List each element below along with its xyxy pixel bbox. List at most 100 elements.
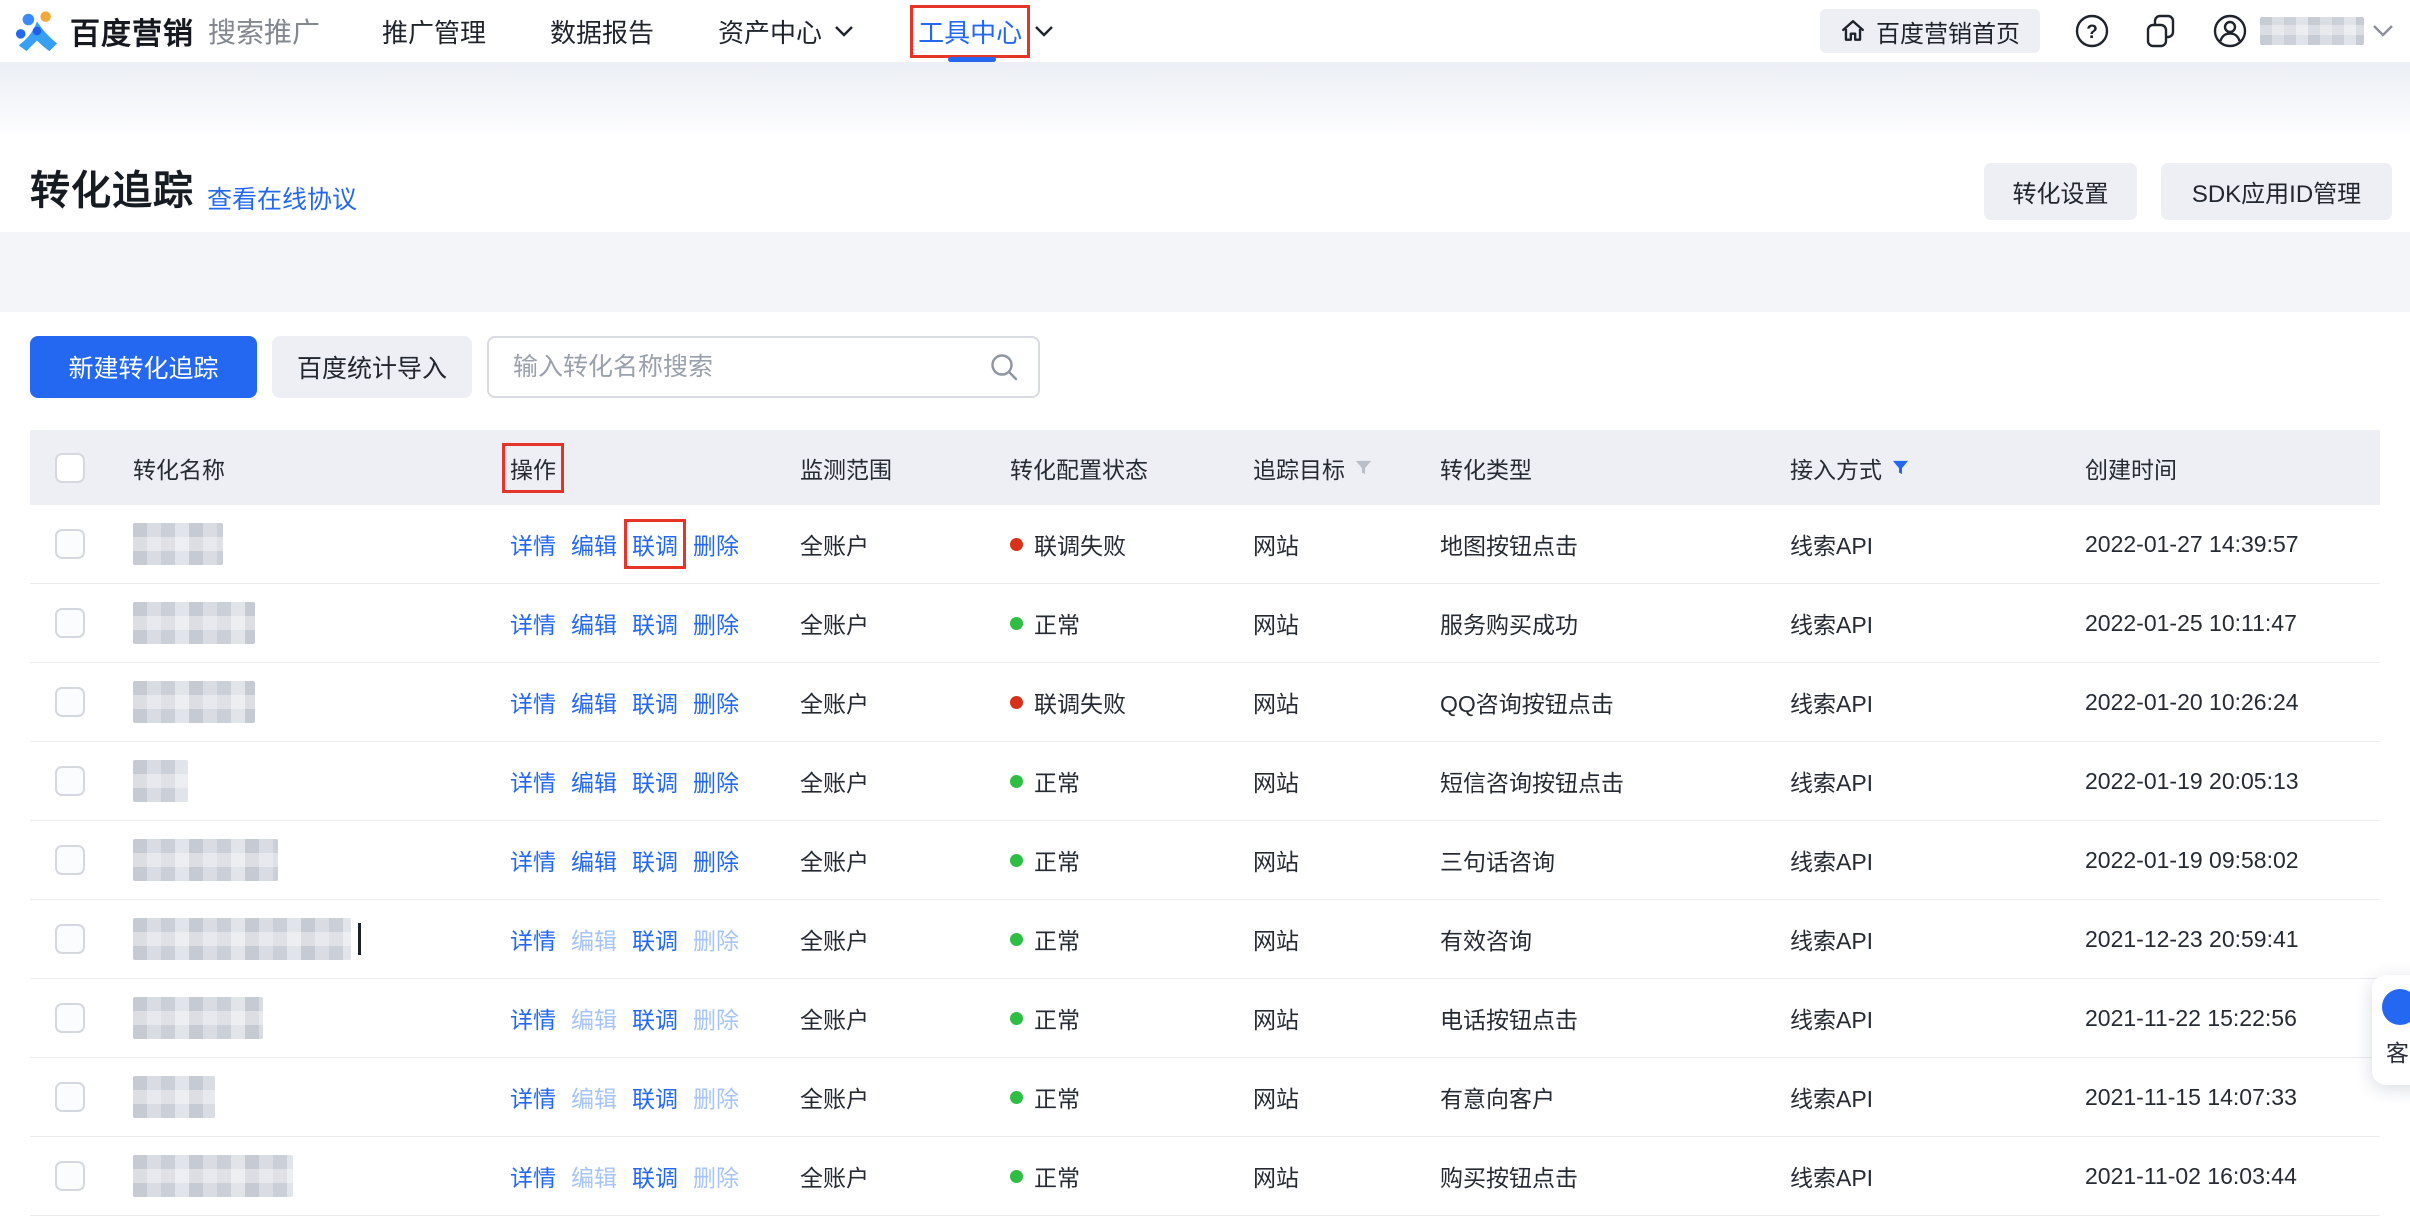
- nav-item-2[interactable]: 资产中心: [718, 0, 854, 62]
- actions-cell: 详情编辑联调删除: [510, 606, 800, 640]
- joint-debug-link[interactable]: 联调: [632, 606, 678, 640]
- row-checkbox[interactable]: [55, 845, 85, 875]
- account-menu-chevron-icon[interactable]: [2372, 24, 2394, 38]
- row-checkbox-cell: [30, 608, 133, 638]
- edit-link[interactable]: 编辑: [571, 922, 617, 956]
- row-checkbox-cell: [30, 766, 133, 796]
- conversion-name-redacted: [133, 681, 255, 723]
- row-checkbox[interactable]: [55, 1003, 85, 1033]
- delete-link[interactable]: 删除: [693, 843, 739, 877]
- joint-debug-link[interactable]: 联调: [632, 764, 678, 798]
- row-checkbox[interactable]: [55, 529, 85, 559]
- column-header-label: 转化类型: [1440, 451, 1532, 485]
- user-avatar-icon[interactable]: [2212, 13, 2248, 49]
- edit-link[interactable]: 编辑: [571, 606, 617, 640]
- text-cursor: [358, 923, 361, 955]
- row-checkbox[interactable]: [55, 687, 85, 717]
- detail-link[interactable]: 详情: [510, 1001, 556, 1035]
- delete-link[interactable]: 删除: [693, 764, 739, 798]
- delete-link[interactable]: 删除: [693, 606, 739, 640]
- filter-icon[interactable]: [1891, 458, 1910, 477]
- status-label: 正常: [1034, 843, 1080, 877]
- edit-link[interactable]: 编辑: [571, 764, 617, 798]
- access-cell: 线索API: [1790, 1080, 2085, 1114]
- new-conversion-button[interactable]: 新建转化追踪: [30, 336, 257, 398]
- actions-cell: 详情编辑联调删除: [510, 1001, 800, 1035]
- search-box[interactable]: [487, 336, 1040, 398]
- status-label: 正常: [1034, 1001, 1080, 1035]
- column-header-3: 转化配置状态: [1010, 451, 1253, 485]
- help-icon[interactable]: ?: [2074, 13, 2110, 49]
- joint-debug-link[interactable]: 联调: [632, 1080, 678, 1114]
- brand-name: 百度营销: [70, 9, 194, 53]
- created-cell: 2021-11-22 15:22:56: [2085, 1005, 2380, 1032]
- search-icon[interactable]: [988, 351, 1020, 383]
- delete-link[interactable]: 删除: [693, 1001, 739, 1035]
- status-dot-icon: [1010, 775, 1023, 788]
- detail-link[interactable]: 详情: [510, 606, 556, 640]
- nav-right: 百度营销首页 ?: [1820, 9, 2394, 53]
- edit-link[interactable]: 编辑: [571, 685, 617, 719]
- access-cell: 线索API: [1790, 606, 2085, 640]
- delete-link[interactable]: 删除: [693, 922, 739, 956]
- conversion-settings-button[interactable]: 转化设置: [1984, 163, 2137, 220]
- joint-debug-link[interactable]: 联调: [632, 922, 678, 956]
- row-checkbox[interactable]: [55, 608, 85, 638]
- detail-link[interactable]: 详情: [510, 527, 556, 561]
- delete-link[interactable]: 删除: [693, 527, 739, 561]
- row-checkbox[interactable]: [55, 1161, 85, 1191]
- detail-link[interactable]: 详情: [510, 843, 556, 877]
- detail-link[interactable]: 详情: [510, 764, 556, 798]
- name-cell: [133, 1076, 510, 1118]
- edit-link[interactable]: 编辑: [571, 1159, 617, 1193]
- select-all-checkbox[interactable]: [55, 453, 85, 483]
- nav-item-1[interactable]: 数据报告: [550, 0, 654, 62]
- detail-link[interactable]: 详情: [510, 1159, 556, 1193]
- filter-icon[interactable]: [1354, 458, 1373, 477]
- joint-debug-link[interactable]: 联调: [632, 1001, 678, 1035]
- joint-debug-link[interactable]: 联调: [632, 527, 678, 561]
- brand[interactable]: 百度营销 搜索推广: [14, 8, 320, 54]
- home-button[interactable]: 百度营销首页: [1820, 9, 2040, 53]
- created-cell: 2022-01-19 20:05:13: [2085, 768, 2380, 795]
- nav-item-3[interactable]: 工具中心: [918, 0, 1054, 62]
- edit-link[interactable]: 编辑: [571, 527, 617, 561]
- chevron-down-icon: [834, 25, 854, 38]
- status-label: 正常: [1034, 606, 1080, 640]
- column-header-1: 操作: [510, 451, 800, 485]
- row-checkbox-cell: [30, 529, 133, 559]
- name-cell: [133, 839, 510, 881]
- status-cell: 联调失败: [1010, 527, 1253, 561]
- row-checkbox[interactable]: [55, 1082, 85, 1112]
- detail-link[interactable]: 详情: [510, 685, 556, 719]
- sdk-app-id-button[interactable]: SDK应用ID管理: [2161, 163, 2392, 220]
- delete-link[interactable]: 删除: [693, 685, 739, 719]
- edit-link[interactable]: 编辑: [571, 1001, 617, 1035]
- row-checkbox[interactable]: [55, 924, 85, 954]
- search-input[interactable]: [487, 336, 1040, 398]
- detail-link[interactable]: 详情: [510, 922, 556, 956]
- edit-link[interactable]: 编辑: [571, 843, 617, 877]
- customer-service-widget[interactable]: 客: [2372, 975, 2410, 1085]
- created-cell: 2021-11-02 16:03:44: [2085, 1163, 2380, 1190]
- row-checkbox[interactable]: [55, 766, 85, 796]
- switch-account-icon[interactable]: [2144, 13, 2178, 49]
- delete-link[interactable]: 删除: [693, 1080, 739, 1114]
- detail-link[interactable]: 详情: [510, 1080, 556, 1114]
- joint-debug-link[interactable]: 联调: [632, 843, 678, 877]
- edit-link[interactable]: 编辑: [571, 1080, 617, 1114]
- table-row: 详情编辑联调删除全账户正常网站电话按钮点击线索API2021-11-22 15:…: [30, 979, 2380, 1058]
- target-cell: 网站: [1253, 764, 1440, 798]
- row-checkbox-cell: [30, 924, 133, 954]
- delete-link[interactable]: 删除: [693, 1159, 739, 1193]
- active-tab-underline: [948, 57, 996, 62]
- protocol-link[interactable]: 查看在线协议: [207, 180, 357, 216]
- conversion-name-redacted: [133, 839, 278, 881]
- access-cell: 线索API: [1790, 1159, 2085, 1193]
- column-header-6: 接入方式: [1790, 451, 2085, 485]
- baidu-tongji-import-button[interactable]: 百度统计导入: [272, 336, 472, 398]
- joint-debug-link[interactable]: 联调: [632, 1159, 678, 1193]
- joint-debug-link[interactable]: 联调: [632, 685, 678, 719]
- nav-item-0[interactable]: 推广管理: [382, 0, 486, 62]
- table-row: 详情编辑联调删除全账户联调失败网站地图按钮点击线索API2022-01-27 1…: [30, 505, 2380, 584]
